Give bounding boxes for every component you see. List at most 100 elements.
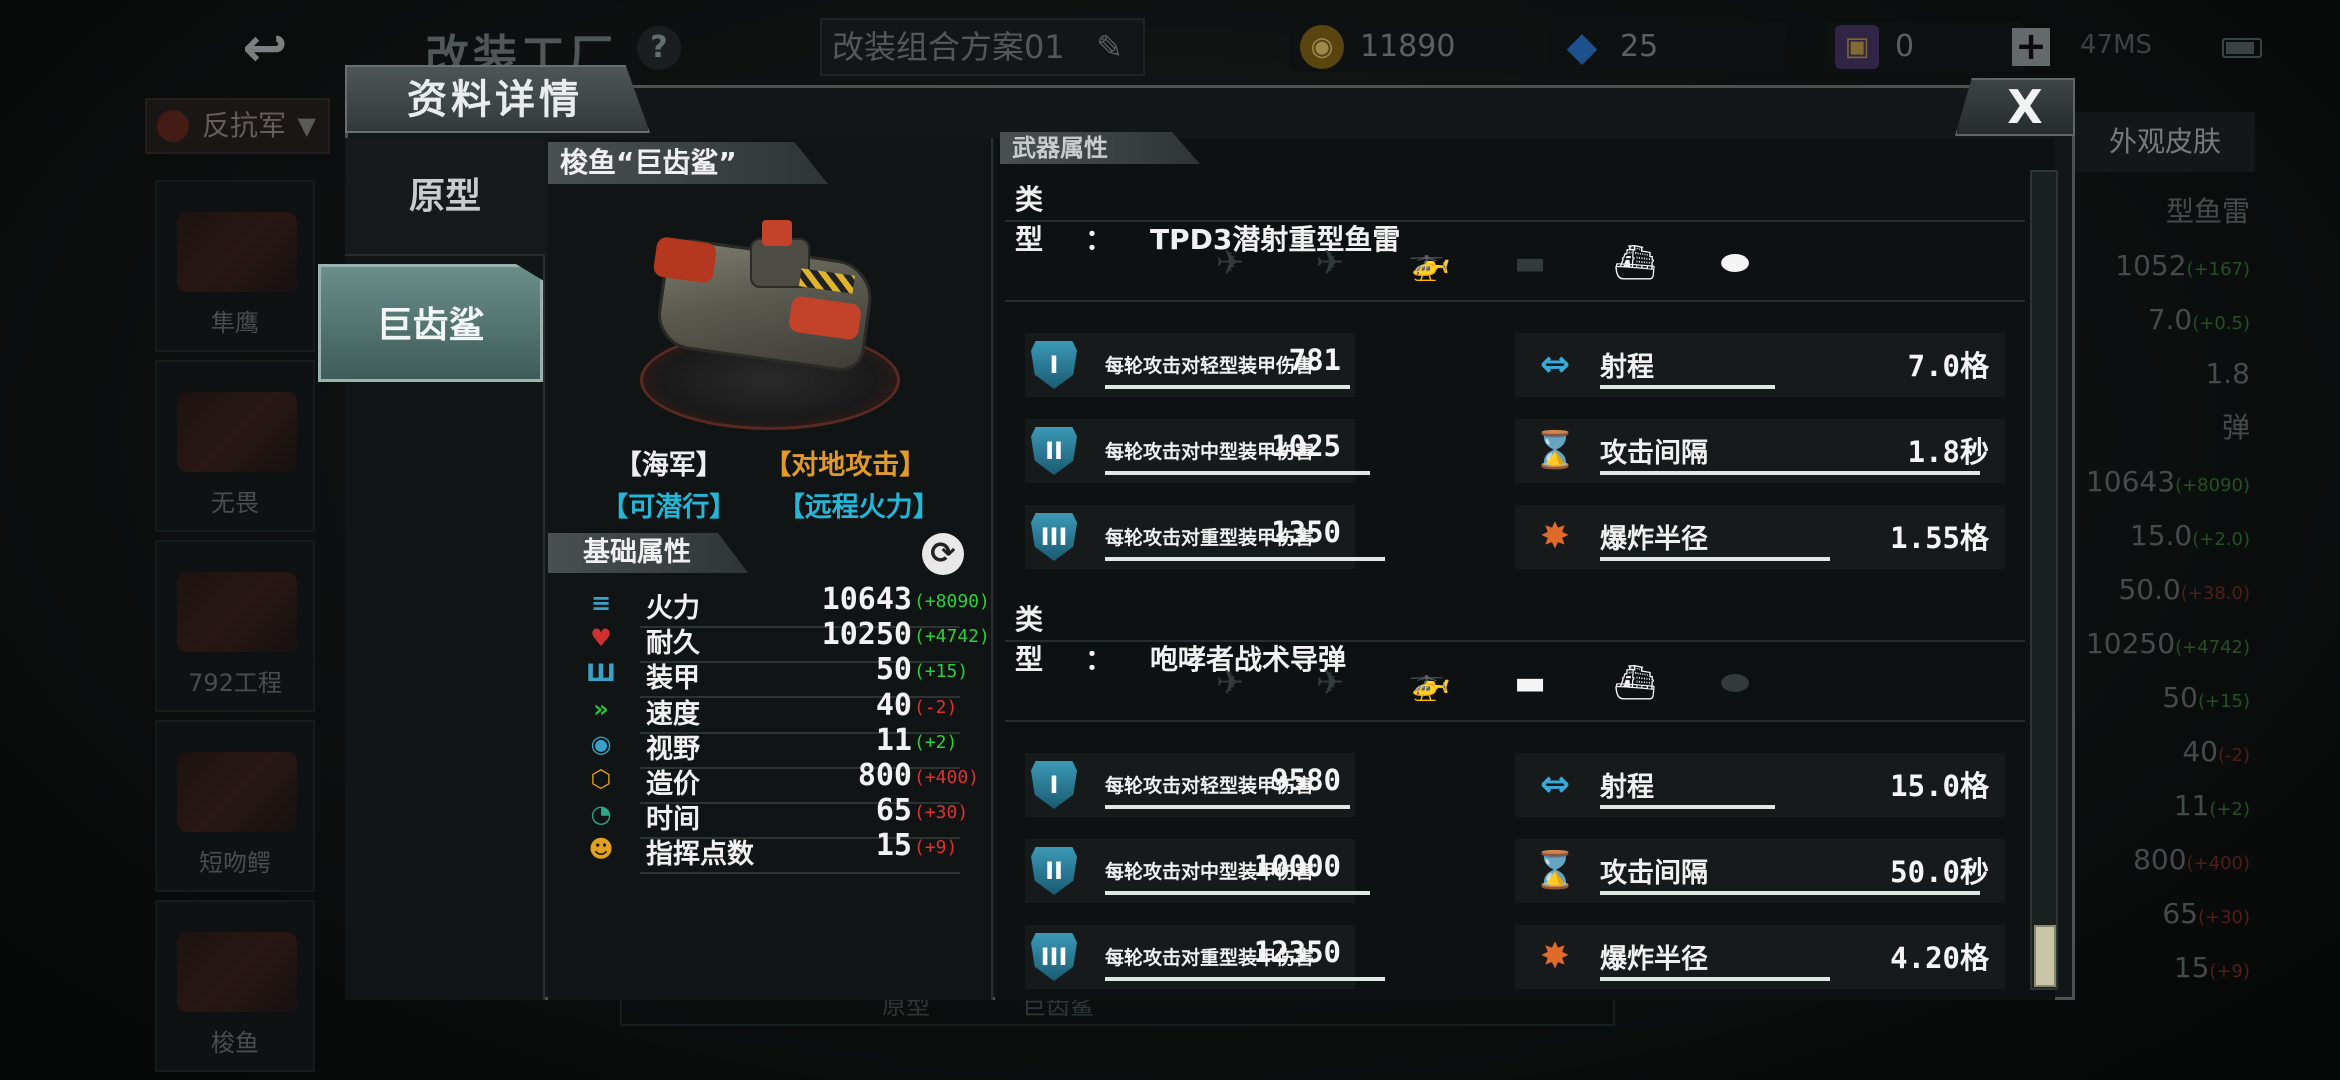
helicopter-icon: 🚁 — [1408, 663, 1452, 703]
unit-model-image — [640, 210, 900, 440]
stat-row: ☻ 指挥点数 15 (+9) — [580, 824, 1000, 875]
unit-tags-row: 【可潜行】 【远程火力】 — [548, 485, 993, 524]
ship-detail — [652, 236, 718, 284]
damage-row: III 每轮攻击对重型装甲伤害 12350 — [1025, 925, 1385, 989]
tag-ground-attack: 【对地攻击】 — [764, 450, 927, 481]
damage-bar — [1105, 977, 1385, 981]
ship-icon: ⛴ — [1613, 243, 1657, 283]
stat-delta: (+2) — [914, 731, 958, 753]
range-arrow-icon: ⇔ — [1539, 344, 1571, 385]
ship-detail — [762, 220, 792, 246]
armor-tier-shield-icon: I — [1031, 761, 1077, 809]
helicopter-icon: 🚁 — [1408, 243, 1452, 283]
stat-delta: (+15) — [914, 661, 969, 683]
weapon-property-row: ✸ 爆炸半径 4.20格 — [1515, 925, 2005, 989]
range-arrow-icon: ⇔ — [1539, 764, 1571, 805]
damage-value: 1350 — [1271, 515, 1341, 549]
damage-bar — [1105, 385, 1350, 389]
stat-delta: (+4742) — [914, 626, 990, 648]
damage-value: 781 — [1288, 343, 1341, 377]
target-type-row: ✈ ✈ 🚁 ▬ ⛴ ⬬ — [1200, 243, 1760, 283]
close-button[interactable]: X — [1955, 78, 2075, 136]
property-bar — [1600, 557, 1830, 561]
armor-tier-shield-icon: I — [1031, 341, 1077, 389]
command-icon: ☻ — [588, 835, 614, 864]
ship-icon: ⛴ — [1613, 663, 1657, 703]
stat-value: 11 — [875, 722, 912, 758]
armor-tier-shield-icon: III — [1031, 513, 1077, 561]
divider — [1005, 300, 2025, 302]
divider — [1005, 640, 2025, 642]
weapon-property-row: ✸ 爆炸半径 1.55格 — [1515, 505, 2005, 569]
property-bar — [1600, 471, 1980, 475]
property-label: 攻击间隔 — [1600, 858, 1708, 889]
property-value: 7.0格 — [1907, 349, 1989, 383]
divider — [1005, 720, 2025, 722]
stat-value: 15 — [875, 828, 912, 864]
stat-delta: (+8090) — [914, 591, 990, 612]
tab-megalodon[interactable]: 巨齿鲨 — [318, 264, 543, 382]
submarine-icon: ⬬ — [1720, 243, 1750, 283]
tag-long-range: 【远程火力】 — [777, 492, 940, 523]
damage-value: 1025 — [1271, 429, 1341, 463]
unit-tags-row: 【海军】 【对地攻击】 — [548, 443, 993, 482]
target-type-row: ✈ ✈ 🚁 ▬ ⛴ ⬬ — [1200, 663, 1760, 703]
tag-submersible: 【可潜行】 — [601, 492, 737, 523]
property-value: 4.20格 — [1890, 941, 1989, 975]
explosion-icon: ✸ — [1539, 936, 1571, 977]
stat-delta: (+400) — [914, 767, 980, 788]
property-value: 1.55格 — [1890, 521, 1989, 555]
tank-icon: ▬ — [1513, 663, 1547, 703]
weapon-property-row: ⇔ 射程 15.0格 — [1515, 753, 2005, 817]
property-value: 15.0格 — [1890, 769, 1989, 803]
bomber-icon: ✈ — [1315, 243, 1345, 283]
damage-bar — [1105, 891, 1370, 895]
weapon-type-label: 类型： — [1015, 183, 1156, 256]
explosion-icon: ✸ — [1539, 516, 1571, 557]
stat-delta: (+9) — [914, 837, 958, 859]
stat-delta: (-2) — [914, 696, 958, 718]
property-bar — [1600, 385, 1775, 389]
submarine-icon: ⬬ — [1720, 663, 1750, 703]
damage-row: III 每轮攻击对重型装甲伤害 1350 — [1025, 505, 1385, 569]
armor-tier-shield-icon: II — [1031, 427, 1077, 475]
property-label: 攻击间隔 — [1600, 438, 1708, 469]
hourglass-icon: ⌛ — [1532, 430, 1578, 471]
stat-value: 10643 — [821, 582, 912, 617]
damage-row: I 每轮攻击对轻型装甲伤害 9580 — [1025, 753, 1355, 817]
damage-bar — [1105, 471, 1370, 475]
damage-row: II 每轮攻击对中型装甲伤害 10000 — [1025, 839, 1370, 903]
property-label: 爆炸半径 — [1600, 524, 1708, 555]
property-value: 50.0秒 — [1890, 855, 1989, 889]
damage-label: 每轮攻击对轻型装甲伤害 — [1105, 355, 1315, 377]
property-bar — [1600, 977, 1830, 981]
modal-title: 资料详情 — [345, 65, 650, 133]
weapon-property-row: ⌛ 攻击间隔 50.0秒 — [1515, 839, 2005, 903]
damage-value: 9580 — [1271, 763, 1341, 797]
tag-navy: 【海军】 — [614, 450, 723, 481]
stat-label: 指挥点数 — [646, 839, 754, 871]
bomber-icon: ✈ — [1315, 663, 1345, 703]
damage-bar — [1105, 805, 1350, 809]
stat-value: 10250 — [821, 617, 912, 653]
property-label: 射程 — [1600, 352, 1654, 383]
damage-value: 12350 — [1253, 935, 1341, 969]
stat-value: 50 — [875, 652, 912, 688]
refresh-icon[interactable]: ⟳ — [922, 533, 964, 575]
hourglass-icon: ⌛ — [1532, 850, 1578, 891]
property-label: 爆炸半径 — [1600, 944, 1708, 975]
weapon-attributes-title: 武器属性 — [1000, 132, 1200, 164]
armor-tier-shield-icon: III — [1031, 933, 1077, 981]
unit-title: 梭鱼“巨齿鲨” — [548, 142, 828, 184]
property-value: 1.8秒 — [1907, 435, 1989, 469]
fighter-jet-icon: ✈ — [1215, 663, 1245, 703]
basic-attributes-title: 基础属性 — [548, 533, 748, 573]
fighter-jet-icon: ✈ — [1215, 243, 1245, 283]
property-bar — [1600, 891, 1980, 895]
stat-value: 800 — [857, 758, 912, 793]
damage-row: I 每轮攻击对轻型装甲伤害 781 — [1025, 333, 1355, 397]
tab-prototype[interactable]: 原型 — [345, 138, 545, 256]
scrollbar-track[interactable] — [2030, 170, 2058, 990]
scrollbar-thumb[interactable] — [2034, 925, 2056, 987]
weapon-type-label: 类型： — [1015, 603, 1156, 676]
